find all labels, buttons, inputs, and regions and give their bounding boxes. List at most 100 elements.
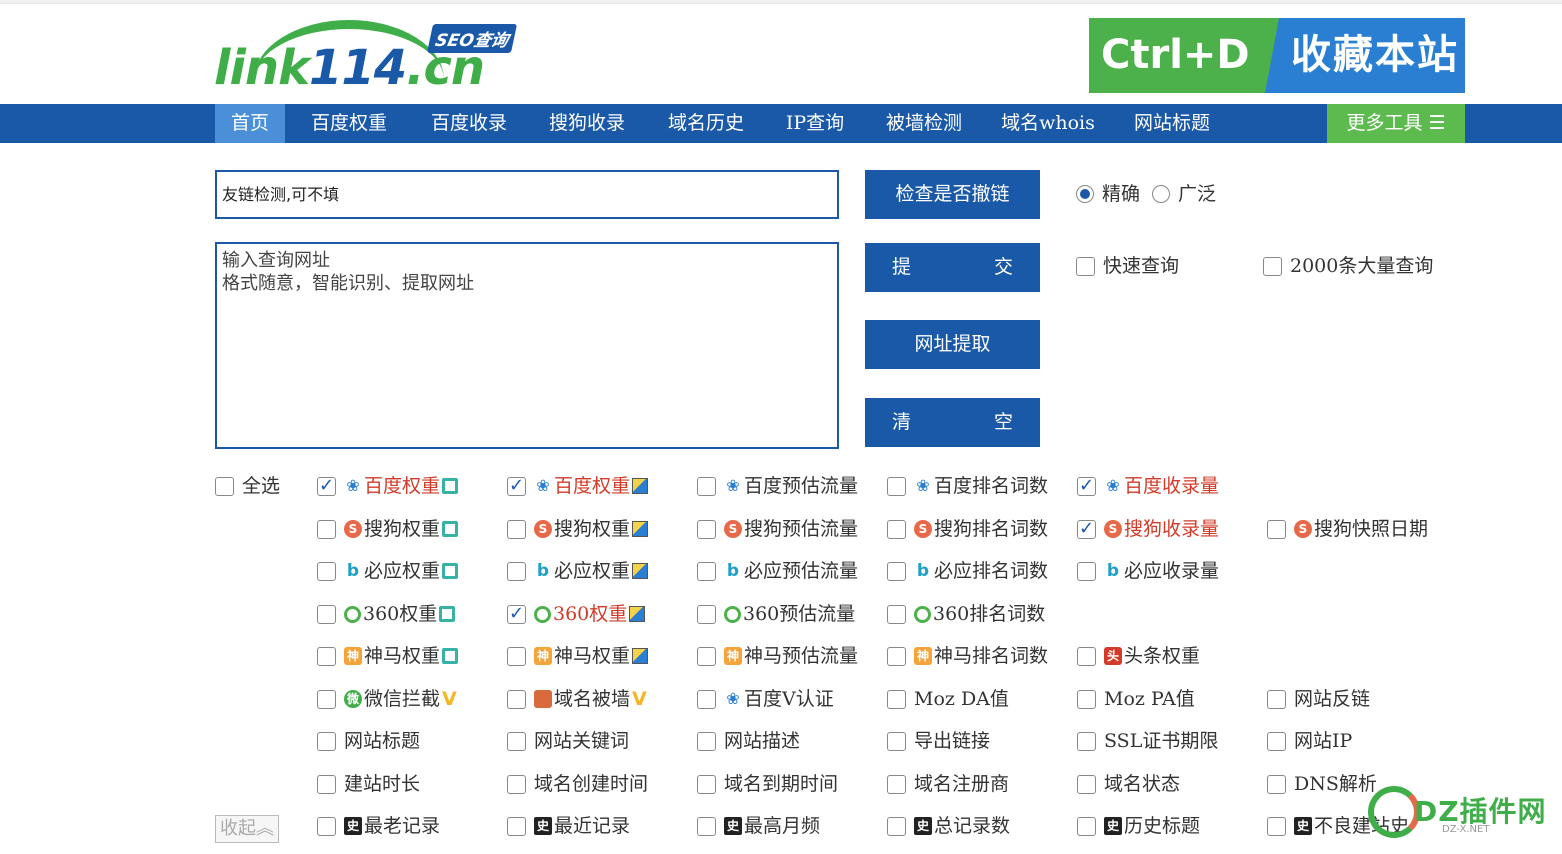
option-0-2[interactable]: ❀ 百度预估流量: [697, 474, 858, 498]
option-checkbox[interactable]: [1267, 689, 1286, 709]
option-checkbox[interactable]: [317, 689, 336, 709]
option-checkbox[interactable]: [317, 731, 336, 751]
option-checkbox[interactable]: [507, 602, 526, 626]
option-checkbox[interactable]: [317, 816, 336, 836]
option-1-5[interactable]: S 搜狗快照日期: [1267, 517, 1428, 541]
option-5-3[interactable]: Moz DA值: [887, 687, 1009, 711]
url-textarea[interactable]: 输入查询网址 格式随意，智能识别、提取网址: [215, 242, 839, 449]
option-checkbox[interactable]: [1077, 474, 1096, 498]
option-checkbox[interactable]: [507, 731, 526, 751]
nav-item-home[interactable]: 首页: [215, 104, 285, 143]
option-1-4[interactable]: S搜狗收录量: [1077, 517, 1219, 541]
option-checkbox[interactable]: [887, 646, 906, 666]
option-checkbox[interactable]: [507, 519, 526, 539]
option-2-2[interactable]: b 必应预估流量: [697, 559, 858, 583]
option-checkbox[interactable]: [1077, 689, 1096, 709]
option-checkbox[interactable]: [887, 689, 906, 709]
check-unlink-button[interactable]: 检查是否撤链: [865, 170, 1040, 219]
option-checkbox[interactable]: [697, 476, 716, 496]
option-2-0[interactable]: b 必应权重: [317, 559, 459, 583]
option-checkbox[interactable]: [1267, 774, 1286, 794]
option-6-5[interactable]: 网站IP: [1267, 729, 1352, 753]
option-checkbox[interactable]: [1077, 774, 1096, 794]
nav-item-ip-query[interactable]: IP查询: [773, 104, 857, 143]
extract-url-button[interactable]: 网址提取: [865, 320, 1040, 369]
option-5-0[interactable]: 微微信拦截 V: [317, 687, 457, 711]
nav-item-wall-check[interactable]: 被墙检测: [872, 104, 976, 143]
option-checkbox[interactable]: [507, 646, 526, 666]
collapse-button[interactable]: 收起︽: [215, 815, 279, 843]
option-7-3[interactable]: 域名注册商: [887, 772, 1009, 796]
option-3-3[interactable]: 360排名词数: [887, 602, 1045, 626]
option-4-0[interactable]: 神神马权重: [317, 644, 459, 668]
option-3-1[interactable]: 360权重: [507, 602, 646, 626]
option-6-3[interactable]: 导出链接: [887, 729, 990, 753]
option-checkbox[interactable]: [317, 561, 336, 581]
option-5-4[interactable]: Moz PA值: [1077, 687, 1195, 711]
option-checkbox[interactable]: [507, 561, 526, 581]
option-checkbox[interactable]: [887, 774, 906, 794]
option-6-1[interactable]: 网站关键词: [507, 729, 629, 753]
option-2-3[interactable]: b 必应排名词数: [887, 559, 1048, 583]
option-0-1[interactable]: ❀百度权重: [507, 474, 649, 498]
option-checkbox[interactable]: [317, 646, 336, 666]
quick-query-checkbox[interactable]: [1076, 256, 1095, 276]
option-8-0[interactable]: 史最老记录: [317, 814, 440, 838]
option-checkbox[interactable]: [507, 689, 526, 709]
option-6-2[interactable]: 网站描述: [697, 729, 800, 753]
bulk-query-option[interactable]: 2000条大量查询: [1263, 254, 1433, 278]
more-tools-button[interactable]: 更多工具 ☰: [1327, 104, 1465, 143]
submit-button[interactable]: 提交: [865, 243, 1040, 292]
option-checkbox[interactable]: [697, 519, 716, 539]
option-checkbox[interactable]: [1267, 519, 1286, 539]
option-checkbox[interactable]: [317, 519, 336, 539]
radio-exact-dot[interactable]: [1076, 185, 1094, 203]
option-checkbox[interactable]: [507, 474, 526, 498]
option-checkbox[interactable]: [697, 604, 716, 624]
option-4-2[interactable]: 神神马预估流量: [697, 644, 858, 668]
option-checkbox[interactable]: [1077, 517, 1096, 541]
nav-item-sogou-index[interactable]: 搜狗收录: [535, 104, 639, 143]
nav-item-whois[interactable]: 域名whois: [991, 104, 1105, 143]
option-checkbox[interactable]: [697, 774, 716, 794]
option-8-4[interactable]: 史历史标题: [1077, 814, 1200, 838]
option-7-0[interactable]: 建站时长: [317, 772, 420, 796]
option-checkbox[interactable]: [887, 731, 906, 751]
select-all-checkbox[interactable]: [215, 476, 234, 496]
bulk-query-checkbox[interactable]: [1263, 256, 1282, 276]
option-checkbox[interactable]: [1077, 731, 1096, 751]
option-1-2[interactable]: S 搜狗预估流量: [697, 517, 858, 541]
clear-button[interactable]: 清空: [865, 398, 1040, 447]
option-checkbox[interactable]: [887, 519, 906, 539]
option-0-4[interactable]: ❀百度收录量: [1077, 474, 1219, 498]
option-8-1[interactable]: 史最近记录: [507, 814, 630, 838]
option-7-4[interactable]: 域名状态: [1077, 772, 1180, 796]
option-checkbox[interactable]: [1077, 561, 1096, 581]
radio-broad[interactable]: 广泛: [1152, 182, 1216, 206]
nav-item-site-title[interactable]: 网站标题: [1120, 104, 1224, 143]
friendlink-input[interactable]: 友链检测,可不填: [215, 170, 839, 219]
option-checkbox[interactable]: [887, 816, 906, 836]
option-5-1[interactable]: 域名被墙 V: [507, 687, 647, 711]
option-3-0[interactable]: 360权重: [317, 602, 456, 626]
option-checkbox[interactable]: [697, 646, 716, 666]
option-checkbox[interactable]: [697, 689, 716, 709]
option-6-4[interactable]: SSL证书期限: [1077, 729, 1218, 753]
option-1-1[interactable]: S 搜狗权重: [507, 517, 649, 541]
option-7-2[interactable]: 域名到期时间: [697, 772, 838, 796]
option-checkbox[interactable]: [697, 561, 716, 581]
nav-item-baidu-index[interactable]: 百度收录: [416, 104, 522, 143]
option-1-0[interactable]: S 搜狗权重: [317, 517, 459, 541]
option-checkbox[interactable]: [697, 731, 716, 751]
option-checkbox[interactable]: [1077, 816, 1096, 836]
option-3-2[interactable]: 360预估流量: [697, 602, 855, 626]
option-8-3[interactable]: 史总记录数: [887, 814, 1010, 838]
select-all-option[interactable]: 全选: [215, 474, 280, 498]
radio-broad-dot[interactable]: [1152, 185, 1170, 203]
option-7-1[interactable]: 域名创建时间: [507, 772, 648, 796]
option-2-4[interactable]: b 必应收录量: [1077, 559, 1219, 583]
option-checkbox[interactable]: [1267, 816, 1286, 836]
option-8-2[interactable]: 史最高月频: [697, 814, 820, 838]
radio-exact[interactable]: 精确: [1076, 182, 1140, 206]
nav-item-domain-history[interactable]: 域名历史: [654, 104, 758, 143]
